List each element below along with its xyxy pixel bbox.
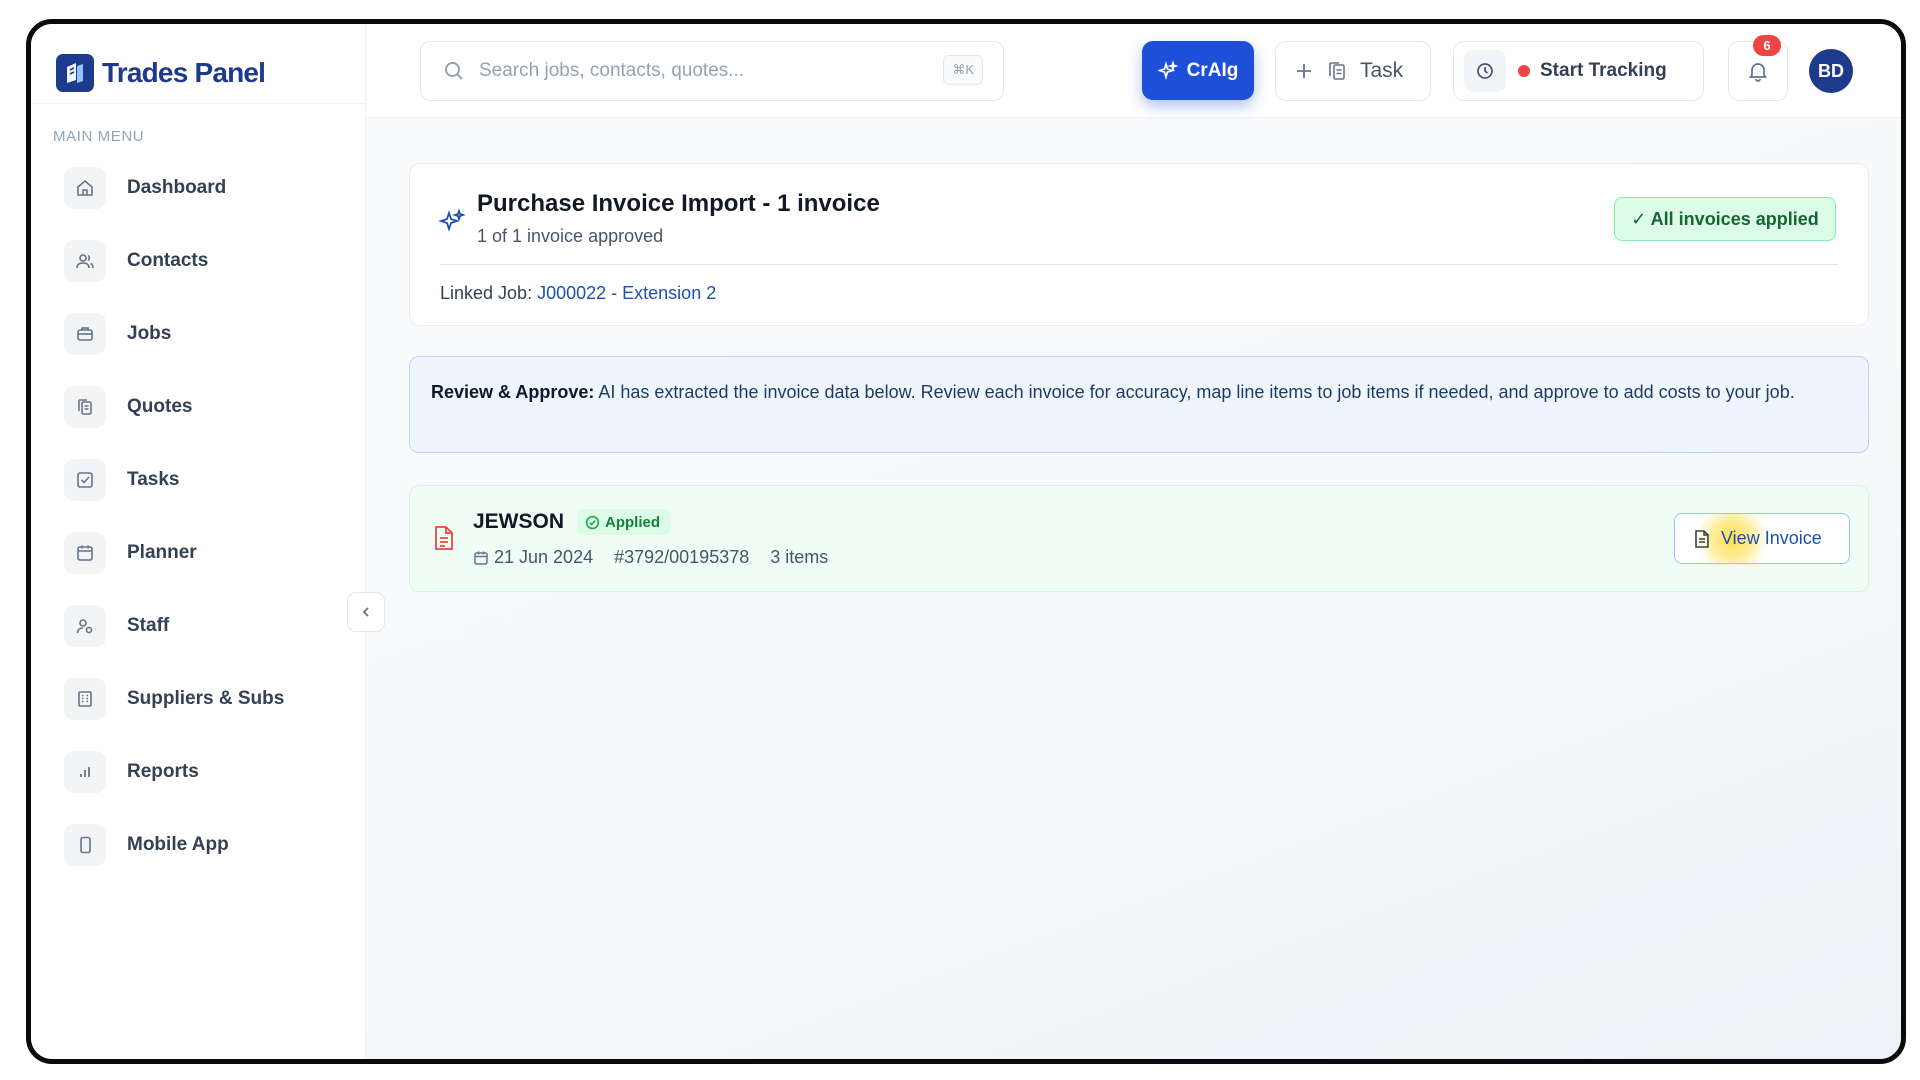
calendar-icon [64, 531, 106, 574]
invoice-import-summary-card: Purchase Invoice Import - 1 invoice 1 of… [409, 163, 1869, 326]
staff-icon [64, 604, 106, 647]
sidebar: Trades Panel MAIN MENU Dashboard Contact… [31, 24, 385, 1059]
brand-name: Trades Panel [102, 56, 266, 88]
sidebar-item-label: Quotes [127, 395, 193, 417]
collapse-sidebar-button[interactable] [347, 592, 385, 632]
sidebar-item-label: Dashboard [127, 176, 227, 198]
invoice-item-count: 3 items [770, 547, 829, 567]
sidebar-item-tasks[interactable]: Tasks [31, 443, 365, 516]
sidebar-item-suppliers[interactable]: Suppliers & Subs [31, 662, 365, 735]
recording-dot-icon [1518, 65, 1530, 77]
plus-icon [1297, 64, 1311, 78]
sidebar-item-dashboard[interactable]: Dashboard [31, 151, 365, 224]
craig-label: CrAIg [1186, 59, 1239, 81]
building-icon [64, 677, 106, 720]
sidebar-item-label: Staff [127, 614, 170, 636]
chevron-left-icon [362, 607, 369, 617]
sidebar-item-planner[interactable]: Planner [31, 516, 365, 589]
review-approve-notice: Review & Approve: AI has extracted the i… [409, 356, 1869, 453]
invoice-number: #3792/00195378 [614, 547, 750, 567]
all-invoices-applied-badge: ✓ All invoices applied [1614, 197, 1836, 241]
sidebar-item-label: Jobs [127, 322, 172, 344]
sparkle-icon [438, 208, 466, 241]
sidebar-item-label: Tasks [127, 468, 180, 490]
linked-job-row: Linked Job: J000022 - Extension 2 [440, 283, 716, 304]
sidebar-item-mobile-app[interactable]: Mobile App [31, 808, 365, 881]
craig-ai-button[interactable]: CrAIg [1142, 41, 1254, 100]
new-task-button[interactable]: Task [1275, 41, 1431, 101]
bar-chart-icon [64, 750, 106, 793]
invoice-status-label: Applied [605, 513, 660, 531]
search-box[interactable]: ⌘K [420, 41, 1004, 101]
task-label: Task [1360, 59, 1404, 82]
notice-heading: Review & Approve: [431, 382, 595, 402]
app-shell: Trades Panel MAIN MENU Dashboard Contact… [31, 24, 1901, 1059]
view-invoice-button[interactable]: View Invoice [1674, 513, 1850, 564]
invoice-meta: 21 Jun 2024 #3792/00195378 3 items [473, 547, 849, 568]
sidebar-item-label: Planner [127, 541, 197, 563]
bell-icon [1748, 63, 1768, 82]
invoice-row[interactable]: JEWSON Applied 21 Jun 2024 #3792/0019537… [409, 485, 1869, 592]
approval-progress-text: 1 of 1 invoice approved [477, 226, 664, 246]
phone-icon [64, 823, 106, 866]
app-window: Trades Panel MAIN MENU Dashboard Contact… [26, 19, 1906, 1064]
supplier-name: JEWSON [473, 510, 565, 533]
top-bar: ⌘K CrAIg Task Start Tracking [366, 24, 1901, 118]
notice-text: AI has extracted the invoice data below.… [594, 382, 1795, 402]
sidebar-item-label: Mobile App [127, 833, 229, 855]
linked-job-link[interactable]: J000022 - Extension 2 [537, 283, 716, 303]
brand-logo[interactable]: Trades Panel [31, 24, 365, 104]
sidebar-item-jobs[interactable]: Jobs [31, 297, 365, 370]
logo-mark-icon [56, 53, 94, 92]
sidebar-item-contacts[interactable]: Contacts [31, 224, 365, 297]
sidebar-item-label: Reports [127, 760, 199, 782]
search-shortcut-hint: ⌘K [943, 55, 983, 85]
sidebar-item-staff[interactable]: Staff [31, 589, 365, 662]
calendar-icon [474, 551, 488, 565]
home-icon [64, 166, 106, 209]
notification-count-badge: 6 [1753, 35, 1781, 56]
invoice-date: 21 Jun 2024 [494, 547, 594, 567]
documents-icon [64, 385, 106, 428]
main-content: ⌘K CrAIg Task Start Tracking [366, 24, 1901, 1059]
divider [440, 264, 1838, 265]
clipboard-icon [1329, 62, 1345, 80]
linked-job-label: Linked Job: [440, 283, 533, 303]
briefcase-icon [64, 312, 106, 355]
sidebar-item-label: Contacts [127, 249, 209, 271]
view-invoice-label: View Invoice [1721, 528, 1822, 548]
main-menu: Dashboard Contacts Jobs Quotes Tasks Pla… [31, 145, 365, 881]
check-circle-icon [585, 515, 600, 529]
page-title: Purchase Invoice Import - 1 invoice [477, 190, 880, 217]
file-icon [1695, 529, 1709, 548]
invoice-status-badge: Applied [577, 509, 670, 535]
search-icon [445, 62, 463, 80]
start-tracking-button[interactable]: Start Tracking [1453, 41, 1704, 101]
tracking-label: Start Tracking [1540, 60, 1667, 81]
main-menu-heading: MAIN MENU [53, 128, 145, 145]
search-input[interactable] [479, 60, 909, 82]
sidebar-item-quotes[interactable]: Quotes [31, 370, 365, 443]
clock-icon [1464, 50, 1506, 92]
users-icon [64, 239, 106, 282]
checkbox-icon [64, 458, 106, 501]
sidebar-item-label: Suppliers & Subs [127, 687, 285, 709]
invoice-document-icon [432, 524, 456, 557]
user-avatar[interactable]: BD [1809, 49, 1853, 93]
sidebar-item-reports[interactable]: Reports [31, 735, 365, 808]
sparkle-icon [1157, 60, 1178, 80]
